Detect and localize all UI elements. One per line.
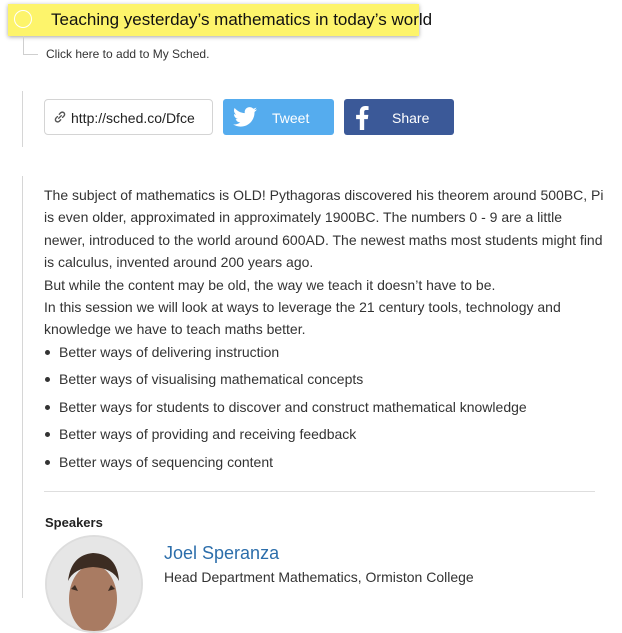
list-item-text: Better ways of delivering instruction [59,343,280,360]
description-paragraph: The subject of mathematics is OLD! Pytha… [44,187,604,271]
bullet-icon [45,459,50,465]
description-paragraph: But while the content may be old, the wa… [44,276,496,293]
add-to-my-sched-link[interactable]: Click here to add to My Sched. [46,47,209,61]
list-item-text: Better ways for students to discover and… [59,398,527,415]
list-item-text: Better ways of visualising mathematical … [59,371,364,388]
facebook-share-button[interactable]: Share [344,99,454,135]
speaker-avatar[interactable] [45,535,143,633]
twitter-icon [233,107,257,127]
list-item: Better ways of visualising mathematical … [44,368,604,396]
share-section-rule [22,91,23,147]
short-url-text: http://sched.co/Dfce [71,110,195,126]
share-label: Share [392,110,430,126]
bullet-icon [45,377,50,383]
session-title-banner: Teaching yesterday’s mathematics in toda… [8,4,432,36]
bullet-icon [45,432,50,438]
topic-list: Better ways of delivering instruction Be… [44,341,604,479]
add-connector-line [23,36,38,55]
speakers-heading: Speakers [45,515,103,530]
list-item: Better ways of sequencing content [44,451,604,479]
speaker-name-link[interactable]: Joel Speranza [164,543,279,564]
list-item: Better ways of delivering instruction [44,341,604,369]
bullet-icon [45,349,50,355]
speaker-role: Head Department Mathematics, Ormiston Co… [164,569,474,585]
tweet-button[interactable]: Tweet [223,99,334,135]
link-icon [54,111,66,123]
session-status-dot [14,10,32,28]
list-item: Better ways for students to discover and… [44,396,604,424]
list-item-text: Better ways of providing and receiving f… [59,426,357,443]
list-item: Better ways of providing and receiving f… [44,423,604,451]
facebook-icon [356,106,369,130]
description-section-rule [22,176,23,598]
bullet-icon [45,404,50,410]
session-description: The subject of mathematics is OLD! Pytha… [44,184,604,478]
short-url-field[interactable]: http://sched.co/Dfce [44,99,213,135]
speaker-photo [47,537,141,631]
tweet-label: Tweet [272,110,310,126]
description-paragraph: In this session we will look at ways to … [44,299,561,338]
list-item-text: Better ways of sequencing content [59,453,274,470]
section-divider [44,491,595,492]
session-title: Teaching yesterday’s mathematics in toda… [51,10,433,29]
